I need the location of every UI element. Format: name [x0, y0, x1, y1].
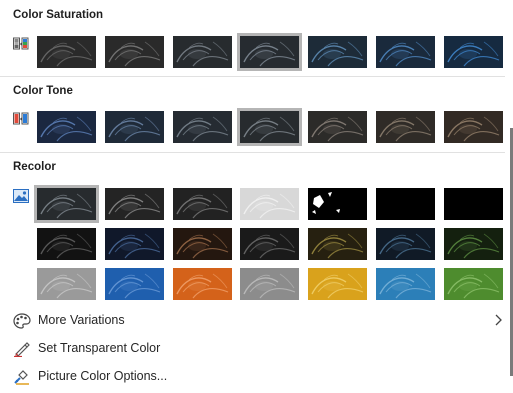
recolor-swatch[interactable]: [37, 228, 96, 260]
thumbnail-image: [243, 41, 296, 67]
section-title-color-saturation: Color Saturation: [13, 9, 104, 21]
thumbnail-image: [447, 41, 500, 67]
thumbnail-image: [311, 41, 364, 67]
recolor-swatch[interactable]: [37, 268, 96, 300]
thumbnail-image: [108, 193, 161, 219]
thumbnail-image: [176, 193, 229, 219]
recolor-swatch[interactable]: [444, 268, 503, 300]
saturation-swatch[interactable]: [444, 36, 503, 68]
recolor-swatch[interactable]: [105, 228, 164, 260]
recolor-swatch[interactable]: [308, 188, 367, 220]
saturation-swatch[interactable]: [308, 36, 367, 68]
thumbnail-image: [243, 233, 296, 259]
recolor-swatch[interactable]: [376, 188, 435, 220]
saturation-swatch[interactable]: [173, 36, 232, 68]
thumbnail-image: [108, 41, 161, 67]
thumbnail-image: [176, 233, 229, 259]
thumbnail-image: [243, 273, 296, 299]
thumbnail-image: [379, 193, 432, 219]
thumbnail-image: [40, 193, 93, 219]
thumbnail-image: [379, 116, 432, 142]
thumbnail-image: [379, 233, 432, 259]
recolor-swatch[interactable]: [173, 188, 232, 220]
color-saturation-icon: [13, 37, 29, 50]
recolor-swatch[interactable]: [173, 268, 232, 300]
saturation-swatch[interactable]: [237, 33, 302, 71]
chevron-right-icon: [495, 314, 502, 326]
separator: [0, 152, 505, 153]
recolor-swatch[interactable]: [308, 228, 367, 260]
thumbnail-image: [40, 116, 93, 142]
separator: [0, 76, 505, 77]
saturation-swatch[interactable]: [376, 36, 435, 68]
thumbnail-image: [40, 233, 93, 259]
tone-swatch[interactable]: [237, 108, 302, 146]
tone-swatch[interactable]: [308, 111, 367, 143]
thumbnail-image: [447, 273, 500, 299]
picture-color-options-icon: [14, 370, 29, 385]
thumbnail-image: [379, 273, 432, 299]
recolor-swatch[interactable]: [105, 268, 164, 300]
thumbnail-image: [311, 273, 364, 299]
thumbnail-image: [447, 116, 500, 142]
recolor-swatch[interactable]: [240, 268, 299, 300]
palette-icon: [13, 313, 31, 329]
recolor-swatch[interactable]: [34, 185, 99, 223]
recolor-swatch[interactable]: [240, 188, 299, 220]
recolor-swatch[interactable]: [376, 268, 435, 300]
thumbnail-image: [311, 116, 364, 142]
section-title-recolor: Recolor: [13, 161, 56, 173]
thumbnail-image: [379, 41, 432, 67]
tone-swatch[interactable]: [173, 111, 232, 143]
recolor-swatch[interactable]: [105, 188, 164, 220]
thumbnail-image: [108, 116, 161, 142]
saturation-swatch[interactable]: [37, 36, 96, 68]
thumbnail-image: [176, 116, 229, 142]
recolor-swatch[interactable]: [308, 268, 367, 300]
thumbnail-image: [311, 233, 364, 259]
more-variations-label: More Variations: [38, 313, 125, 327]
color-tone-icon: [13, 112, 29, 125]
tone-swatch[interactable]: [105, 111, 164, 143]
recolor-swatch[interactable]: [173, 228, 232, 260]
recolor-swatch[interactable]: [376, 228, 435, 260]
recolor-swatch[interactable]: [240, 228, 299, 260]
thumbnail-image: [108, 273, 161, 299]
set-transparent-color-label: Set Transparent Color: [38, 341, 161, 355]
thumbnail-image: [108, 233, 161, 259]
thumbnail-image: [447, 193, 500, 219]
tone-swatch[interactable]: [37, 111, 96, 143]
saturation-swatch[interactable]: [105, 36, 164, 68]
thumbnail-image: [312, 192, 340, 214]
transparent-pen-icon: [14, 342, 30, 357]
thumbnail-image: [176, 41, 229, 67]
tone-swatch[interactable]: [376, 111, 435, 143]
section-title-color-tone: Color Tone: [13, 85, 73, 97]
recolor-picture-icon: [13, 189, 29, 203]
thumbnail-image: [243, 116, 296, 142]
thumbnail-image: [243, 193, 296, 219]
more-variations-menu-item[interactable]: More Variations: [0, 309, 505, 333]
thumbnail-image: [176, 273, 229, 299]
thumbnail-image: [447, 233, 500, 259]
thumbnail-image: [40, 41, 93, 67]
recolor-swatch[interactable]: [444, 228, 503, 260]
thumbnail-image: [40, 273, 93, 299]
picture-color-options-menu-item[interactable]: Picture Color Options...: [0, 365, 505, 389]
picture-color-options-label: Picture Color Options...: [38, 369, 168, 383]
set-transparent-color-menu-item[interactable]: Set Transparent Color: [0, 337, 505, 361]
recolor-swatch[interactable]: [444, 188, 503, 220]
tone-swatch[interactable]: [444, 111, 503, 143]
